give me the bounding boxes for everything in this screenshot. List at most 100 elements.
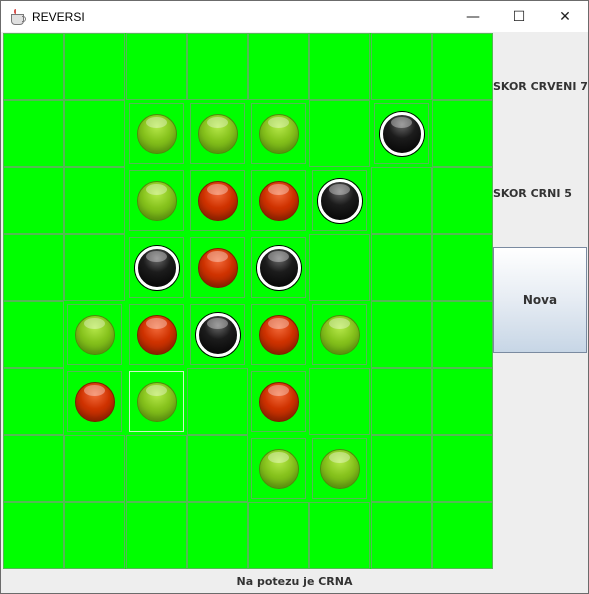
title-bar[interactable]: REVERSI — ☐ ✕ (1, 1, 588, 32)
board-cell[interactable] (3, 234, 64, 301)
status-bar: Na potezu je CRNA (1, 569, 588, 593)
board-cell[interactable] (126, 100, 187, 167)
board-cell[interactable] (432, 368, 493, 435)
board-cell[interactable] (309, 368, 370, 435)
board-cell[interactable] (64, 368, 125, 435)
board-cell[interactable] (248, 100, 309, 167)
board-cell[interactable] (309, 435, 370, 502)
red-disc (74, 381, 115, 422)
green-disc (74, 314, 115, 355)
board-cell[interactable] (248, 435, 309, 502)
board-cell[interactable] (248, 167, 309, 234)
red-disc (136, 314, 177, 355)
board-cell[interactable] (64, 100, 125, 167)
board-cell[interactable] (64, 234, 125, 301)
app-window: REVERSI — ☐ ✕ SKOR CRVENI 7 SKOR CRNI 5 … (0, 0, 589, 594)
board-cell[interactable] (309, 502, 370, 569)
window-title: REVERSI (32, 9, 85, 24)
board-cell[interactable] (126, 234, 187, 301)
board-cell[interactable] (432, 167, 493, 234)
board-cell[interactable] (126, 368, 187, 435)
red-disc (258, 180, 299, 221)
board-cell[interactable] (187, 368, 248, 435)
green-disc (136, 180, 177, 221)
board-cell[interactable] (64, 435, 125, 502)
game-board (3, 33, 493, 569)
board-cell[interactable] (371, 234, 432, 301)
board-cell[interactable] (64, 33, 125, 100)
board-cell[interactable] (432, 234, 493, 301)
board-cell[interactable] (187, 502, 248, 569)
board-cell[interactable] (432, 301, 493, 368)
board-cell[interactable] (126, 167, 187, 234)
minimize-button[interactable]: — (450, 1, 496, 32)
close-button[interactable]: ✕ (542, 1, 588, 32)
board-cell[interactable] (187, 167, 248, 234)
green-disc (136, 381, 177, 422)
board-cell[interactable] (126, 301, 187, 368)
board-cell[interactable] (3, 100, 64, 167)
board-cell[interactable] (3, 502, 64, 569)
red-disc (258, 314, 299, 355)
board-cell[interactable] (187, 234, 248, 301)
score-black: SKOR CRNI 5 (493, 187, 572, 200)
window-controls: — ☐ ✕ (450, 1, 588, 32)
green-disc (197, 113, 238, 154)
green-disc (319, 448, 360, 489)
board-cell[interactable] (309, 167, 370, 234)
board-cell[interactable] (126, 502, 187, 569)
board-cell[interactable] (248, 234, 309, 301)
red-disc (258, 381, 299, 422)
board-cell[interactable] (432, 33, 493, 100)
black-disc (379, 111, 424, 156)
black-disc (195, 312, 240, 357)
side-panel: SKOR CRVENI 7 SKOR CRNI 5 Nova (493, 33, 588, 569)
black-disc (134, 245, 179, 290)
board-cell[interactable] (371, 100, 432, 167)
board-cell[interactable] (371, 301, 432, 368)
board-cell[interactable] (3, 167, 64, 234)
board-cell[interactable] (248, 368, 309, 435)
board-cell[interactable] (3, 368, 64, 435)
green-disc (319, 314, 360, 355)
board-cell[interactable] (64, 167, 125, 234)
java-cup-icon (10, 8, 26, 25)
board-cell[interactable] (3, 301, 64, 368)
board-cell[interactable] (371, 368, 432, 435)
black-disc (317, 178, 362, 223)
black-disc (256, 245, 301, 290)
board-cell[interactable] (371, 502, 432, 569)
board-cell[interactable] (187, 100, 248, 167)
board-cell[interactable] (3, 435, 64, 502)
board-cell[interactable] (309, 33, 370, 100)
board-cell[interactable] (432, 100, 493, 167)
board-cell[interactable] (187, 33, 248, 100)
red-disc (197, 247, 238, 288)
score-red: SKOR CRVENI 7 (493, 80, 588, 93)
board-cell[interactable] (248, 502, 309, 569)
board-cell[interactable] (371, 435, 432, 502)
maximize-button[interactable]: ☐ (496, 1, 542, 32)
board-cell[interactable] (248, 33, 309, 100)
new-game-button[interactable]: Nova (493, 247, 587, 353)
board-cell[interactable] (309, 100, 370, 167)
board-cell[interactable] (64, 301, 125, 368)
board-cell[interactable] (248, 301, 309, 368)
board-cell[interactable] (126, 33, 187, 100)
board-cell[interactable] (432, 502, 493, 569)
board-cell[interactable] (432, 435, 493, 502)
green-disc (258, 448, 299, 489)
board-cell[interactable] (309, 234, 370, 301)
red-disc (197, 180, 238, 221)
board-cell[interactable] (187, 301, 248, 368)
board-cell[interactable] (64, 502, 125, 569)
green-disc (136, 113, 177, 154)
board-cell[interactable] (3, 33, 64, 100)
board-cell[interactable] (309, 301, 370, 368)
board-cell[interactable] (371, 33, 432, 100)
green-disc (258, 113, 299, 154)
board-cell[interactable] (187, 435, 248, 502)
turn-status: Na potezu je CRNA (236, 574, 353, 588)
board-cell[interactable] (126, 435, 187, 502)
board-cell[interactable] (371, 167, 432, 234)
